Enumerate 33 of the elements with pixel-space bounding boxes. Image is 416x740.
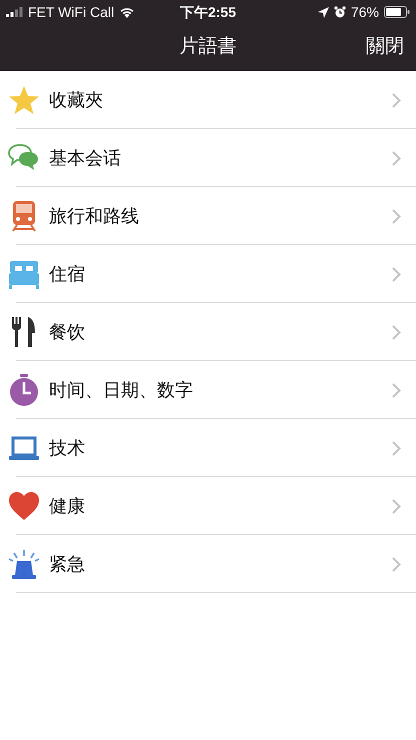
- nav-title: 片語書: [180, 35, 236, 60]
- bed-icon: [8, 258, 40, 290]
- chevron-right-icon: [392, 382, 401, 398]
- chevron-right-icon: [392, 498, 401, 514]
- timer-icon: [8, 374, 40, 406]
- siren-light-icon: [8, 548, 40, 580]
- wifi-icon: [119, 6, 136, 18]
- battery-percent: 76%: [350, 2, 379, 22]
- chevron-right-icon: [392, 324, 401, 340]
- category-label[interactable]: 旅行和路线: [49, 202, 392, 230]
- alarm-clock-icon: [334, 6, 346, 18]
- category-label[interactable]: 收藏夾: [49, 86, 392, 114]
- location-arrow-icon: [318, 6, 329, 18]
- category-label[interactable]: 基本会话: [49, 144, 392, 172]
- chevron-right-icon: [392, 208, 401, 224]
- battery-icon: [384, 6, 410, 18]
- category-label[interactable]: 餐饮: [49, 318, 392, 346]
- chevron-right-icon: [392, 440, 401, 456]
- chevron-right-icon: [392, 556, 401, 572]
- category-label[interactable]: 技术: [49, 434, 392, 462]
- close-button[interactable]: 關閉: [366, 33, 404, 62]
- heart-icon: [8, 490, 40, 522]
- category-label[interactable]: 紧急: [49, 550, 392, 578]
- carrier-name: FET WiFi Call: [28, 2, 114, 22]
- clock-time: 下午2:55: [180, 2, 236, 22]
- chevron-right-icon: [392, 150, 401, 166]
- category-label[interactable]: 住宿: [49, 260, 392, 288]
- category-label[interactable]: 时间、日期、数字: [49, 376, 392, 404]
- signal-icon: [6, 7, 23, 17]
- category-label[interactable]: 健康: [49, 492, 392, 520]
- chevron-right-icon: [392, 266, 401, 282]
- chevron-right-icon: [392, 92, 401, 108]
- star-icon: [8, 84, 40, 116]
